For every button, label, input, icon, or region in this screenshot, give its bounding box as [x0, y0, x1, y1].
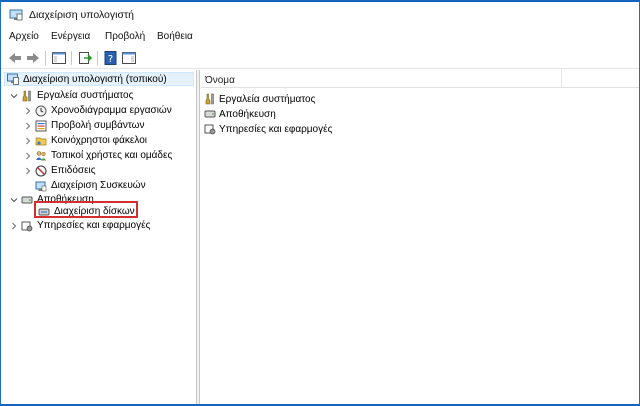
tree-item-label: Υπηρεσίες και εφαρμογές [37, 220, 151, 231]
services-icon [204, 123, 216, 135]
forward-arrow-icon[interactable] [25, 50, 41, 66]
tree-item-shared-folders[interactable]: Κοινόχρηστοι φάκελοι [23, 133, 147, 148]
toolbar-separator [97, 51, 98, 65]
list-item-system-tools[interactable]: Εργαλεία συστήματος [204, 92, 315, 106]
menu-view[interactable]: Προβολή [105, 31, 145, 42]
chevron-right-icon[interactable] [23, 166, 33, 176]
users-icon [35, 150, 47, 162]
list-item-label: Υπηρεσίες και εφαρμογές [219, 123, 333, 135]
toolbar-separator [45, 51, 46, 65]
tools-icon [204, 93, 216, 105]
device-manager-icon [35, 180, 47, 192]
menu-action[interactable]: Ενέργεια [51, 31, 90, 42]
show-hide-console-tree-icon[interactable] [51, 50, 67, 66]
shared-folder-icon [35, 135, 47, 147]
list-item-label: Αποθήκευση [219, 108, 276, 120]
details-pane: Όνομα Εργαλεία συστήματος Αποθήκευση Υπη… [201, 70, 639, 404]
tree-item-label: Εργαλεία συστήματος [37, 90, 134, 101]
clock-icon [35, 105, 47, 117]
event-viewer-icon [35, 120, 47, 132]
toolbar: ? [1, 47, 639, 69]
chevron-down-icon[interactable] [9, 195, 19, 205]
tree-item-label: Κοινόχρηστοι φάκελοι [51, 135, 148, 146]
tree-item-label: Διαχείριση Συσκευών [51, 180, 146, 191]
show-hide-action-pane-icon[interactable] [121, 50, 137, 66]
computer-management-icon [7, 73, 19, 85]
chevron-right-icon[interactable] [23, 136, 33, 146]
back-arrow-icon[interactable] [7, 50, 23, 66]
column-divider[interactable] [561, 70, 562, 88]
toolbar-separator [71, 51, 72, 65]
console-tree: Διαχείριση υπολογιστή (τοπικού) Εργαλεία… [1, 70, 197, 404]
tree-item-label: Χρονοδιάγραμμα εργασιών [51, 105, 172, 116]
tree-item-system-tools[interactable]: Εργαλεία συστήματος [9, 88, 133, 103]
tree-item-local-users-groups[interactable]: Τοπικοί χρήστες και ομάδες [23, 148, 172, 163]
list-item-services-applications[interactable]: Υπηρεσίες και εφαρμογές [204, 122, 332, 136]
tree-item-services-applications[interactable]: Υπηρεσίες και εφαρμογές [9, 218, 150, 233]
menu-help[interactable]: Βοήθεια [157, 31, 193, 42]
menu-file[interactable]: Αρχείο [9, 31, 39, 42]
chevron-right-icon[interactable] [23, 106, 33, 116]
list-item-storage[interactable]: Αποθήκευση [204, 107, 276, 121]
tree-item-performance[interactable]: Επιδόσεις [23, 163, 96, 178]
highlight-box [34, 201, 138, 218]
tree-item-computer-management-local[interactable]: Διαχείριση υπολογιστή (τοπικού) [4, 72, 194, 86]
tree-item-label: Επιδόσεις [51, 165, 96, 176]
menu-bar: Αρχείο Ενέργεια Προβολή Βοήθεια [1, 28, 639, 46]
chevron-right-icon[interactable] [9, 221, 19, 231]
list-item-label: Εργαλεία συστήματος [219, 93, 316, 105]
pane-splitter[interactable] [197, 70, 200, 404]
tools-icon [21, 90, 33, 102]
svg-text:?: ? [108, 54, 113, 65]
chevron-right-icon[interactable] [23, 121, 33, 131]
tree-item-device-manager[interactable]: Διαχείριση Συσκευών [35, 178, 146, 193]
storage-icon [21, 194, 33, 206]
storage-icon [204, 108, 216, 120]
export-list-icon[interactable] [77, 50, 93, 66]
tree-item-label: Προβολή συμβάντων [51, 120, 145, 131]
column-header-label: Όνομα [205, 75, 235, 86]
title-bar: Διαχείριση υπολογιστή [1, 2, 639, 28]
services-icon [21, 220, 33, 232]
chevron-down-icon[interactable] [9, 91, 19, 101]
chevron-right-icon[interactable] [23, 151, 33, 161]
tree-item-label: Διαχείριση υπολογιστή (τοπικού) [23, 73, 167, 85]
computer-management-icon [9, 9, 23, 21]
tree-item-task-scheduler[interactable]: Χρονοδιάγραμμα εργασιών [23, 103, 172, 118]
window-title: Διαχείριση υπολογιστή [29, 9, 134, 21]
tree-item-event-viewer[interactable]: Προβολή συμβάντων [23, 118, 145, 133]
column-header-name[interactable]: Όνομα [201, 70, 639, 88]
performance-icon [35, 165, 47, 177]
tree-item-label: Τοπικοί χρήστες και ομάδες [51, 150, 173, 161]
help-icon[interactable]: ? [103, 50, 119, 66]
computer-management-window: Διαχείριση υπολογιστή Αρχείο Ενέργεια Πρ… [0, 0, 640, 406]
